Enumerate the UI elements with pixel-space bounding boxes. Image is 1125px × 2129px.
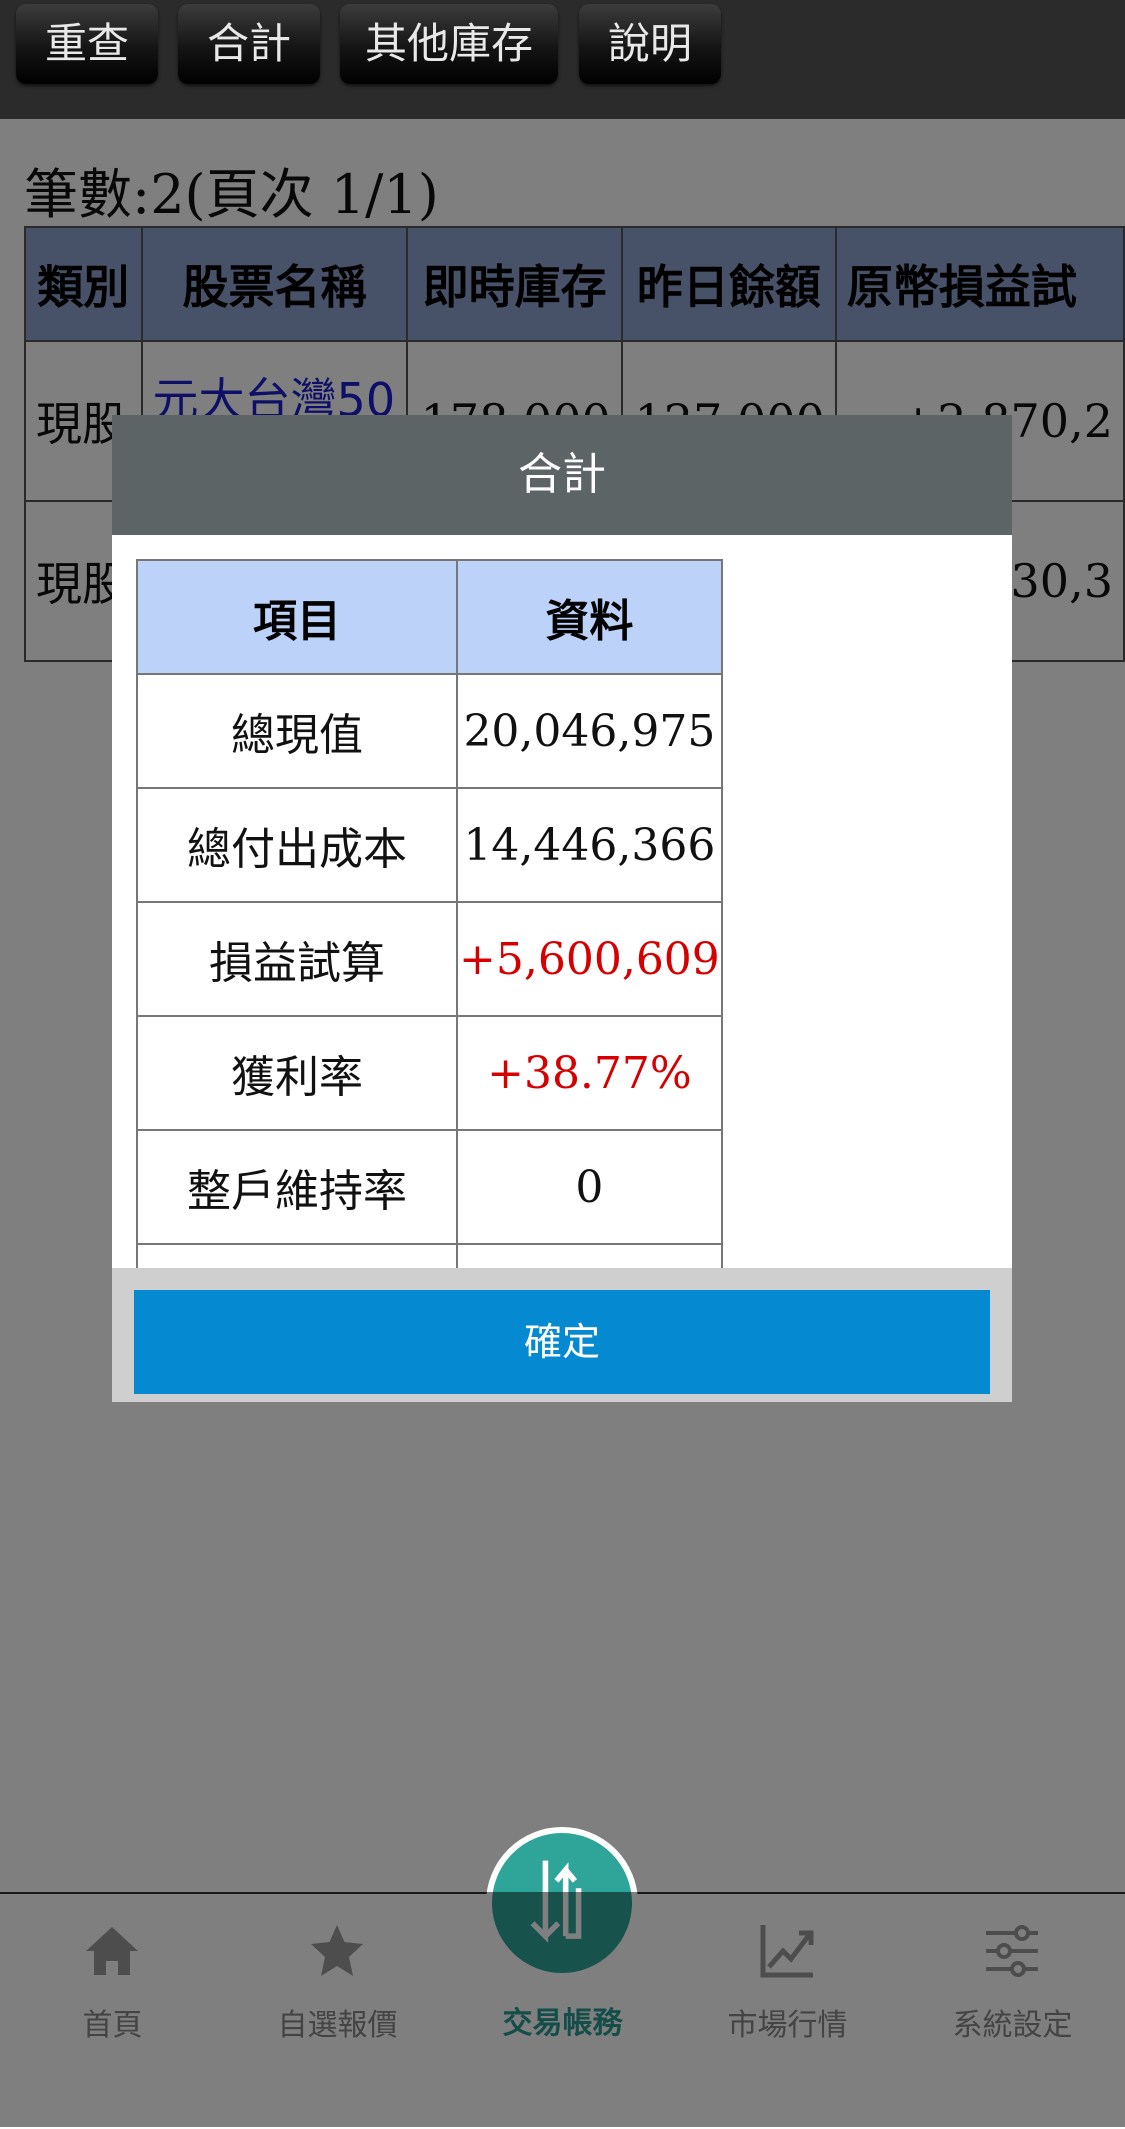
summary-item-label: 總現值: [136, 673, 458, 789]
dialog-body[interactable]: 項目 資料 總現值 20,046,975 總付出成本 14,446,366 損益…: [112, 535, 1012, 1268]
dialog-title: 合計: [112, 415, 1012, 535]
chart-trend-icon: [760, 1925, 814, 1978]
total-button[interactable]: 合計: [178, 4, 320, 84]
summary-item-value: +38.77%: [456, 1015, 723, 1131]
summary-col-item: 項目: [136, 559, 458, 675]
nav-label-settings: 系統設定: [952, 2008, 1073, 2043]
summary-item-value: 0: [456, 1129, 723, 1245]
summary-item-label: 獲利率: [136, 1015, 458, 1131]
trade-arrows-icon: [530, 1860, 582, 1943]
summary-row: 損益試算 +5,600,609: [136, 901, 723, 1017]
summary-row: 總付出成本 14,446,366: [136, 787, 723, 903]
summary-item-label: 整戶維持率: [136, 1129, 458, 1245]
summary-item-value: 20,046,975: [456, 673, 723, 789]
toolbar: 重查 合計 其他庫存 說明: [0, 0, 1125, 119]
nav-item-home[interactable]: 首頁: [0, 1894, 225, 2129]
summary-item-label: 損益試算: [136, 901, 458, 1017]
summary-table: 項目 資料 總現值 20,046,975 總付出成本 14,446,366 損益…: [136, 559, 723, 1268]
summary-col-value: 資料: [456, 559, 723, 675]
summary-row: 整戶維持率 0: [136, 1129, 723, 1245]
home-icon: [86, 1927, 138, 1975]
dialog-footer: 確定: [112, 1268, 1012, 1402]
nav-item-watchlist[interactable]: 自選報價: [225, 1894, 450, 2129]
confirm-button[interactable]: 確定: [134, 1290, 990, 1394]
nav-label-watchlist: 自選報價: [277, 2008, 398, 2043]
sliders-icon: [986, 1925, 1038, 1977]
summary-row: [136, 1243, 723, 1268]
summary-item-label: 總付出成本: [136, 787, 458, 903]
other-inventory-button[interactable]: 其他庫存: [340, 4, 558, 84]
summary-item-value: 14,446,366: [456, 787, 723, 903]
summary-item-label: [136, 1243, 458, 1268]
help-button[interactable]: 說明: [579, 4, 721, 84]
nav-item-market[interactable]: 市場行情: [675, 1894, 900, 2129]
nav-label-market: 市場行情: [727, 2008, 848, 2043]
nav-item-settings[interactable]: 系統設定: [900, 1894, 1125, 2129]
nav-item-trade[interactable]: [486, 1827, 638, 1979]
nav-label-home: 首頁: [82, 2008, 143, 2043]
nav-label-trade[interactable]: 交易帳務: [450, 1998, 675, 2042]
summary-header-row: 項目 資料: [136, 559, 723, 675]
requery-button[interactable]: 重查: [16, 4, 158, 84]
summary-item-value: [456, 1243, 723, 1268]
summary-row: 總現值 20,046,975: [136, 673, 723, 789]
star-icon: [311, 1925, 363, 1976]
summary-row: 獲利率 +38.77%: [136, 1015, 723, 1131]
summary-dialog: 合計 項目 資料 總現值 20,046,975 總付出成本 14,446,366…: [112, 415, 1012, 1402]
summary-item-value: +5,600,609: [456, 901, 723, 1017]
